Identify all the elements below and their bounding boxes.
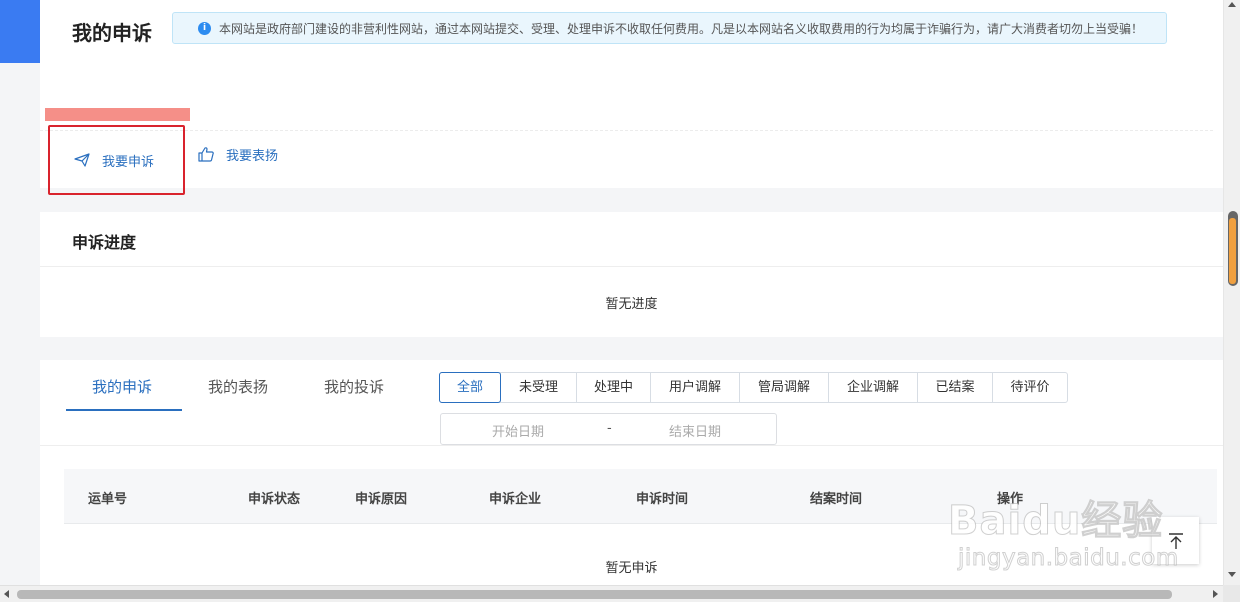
scroll-right-arrow-icon[interactable] — [1213, 590, 1218, 598]
scroll-thumb-highlight — [1229, 218, 1236, 284]
page-title: 我的申诉 — [72, 21, 152, 45]
column-header-close-time: 结案时间 — [810, 492, 863, 507]
date-range-picker[interactable]: 开始日期 - 结束日期 — [440, 413, 777, 445]
progress-title: 申诉进度 — [72, 233, 137, 252]
table-empty-text: 暂无申诉 — [605, 561, 658, 576]
redacted-text — [45, 108, 190, 121]
scrollbar-corner — [1223, 585, 1240, 602]
horizontal-scroll-thumb[interactable] — [17, 590, 1172, 599]
start-date-input[interactable]: 开始日期 — [492, 421, 544, 440]
status-filter-group: 全部 未受理 处理中 用户调解 管局调解 企业调解 已结案 待评价 — [439, 372, 1068, 403]
complain-label: 我要申诉 — [102, 154, 155, 170]
thumbs-up-icon — [198, 147, 214, 162]
tab-my-praises[interactable]: 我的表扬 — [208, 376, 268, 397]
filter-processing[interactable]: 处理中 — [576, 373, 650, 402]
praise-button[interactable]: 我要表扬 — [198, 145, 278, 164]
filter-unaccepted[interactable]: 未受理 — [500, 373, 576, 402]
end-date-input[interactable]: 结束日期 — [669, 421, 721, 440]
scroll-down-arrow-icon[interactable] — [1228, 572, 1236, 577]
scroll-up-arrow-icon[interactable] — [1228, 2, 1236, 7]
vertical-scrollbar[interactable] — [1223, 0, 1240, 585]
filter-user-mediation[interactable]: 用户调解 — [650, 373, 739, 402]
column-header-status: 申诉状态 — [248, 492, 301, 507]
paper-plane-icon — [74, 153, 90, 167]
column-header-company: 申诉企业 — [489, 492, 542, 507]
filter-enterprise-mediation[interactable]: 企业调解 — [828, 373, 917, 402]
progress-empty-text: 暂无进度 — [605, 297, 658, 312]
filter-pending-review[interactable]: 待评价 — [992, 373, 1067, 402]
table-header: 运单号 申诉状态 申诉原因 申诉企业 申诉时间 结案时间 操作 — [64, 469, 1217, 524]
complain-button[interactable]: 我要申诉 — [48, 125, 185, 195]
notice-text: 本网站是政府部门建设的非营利性网站，通过本网站提交、受理、处理申诉不收取任何费用… — [219, 21, 1144, 36]
scroll-left-arrow-icon[interactable] — [4, 590, 9, 598]
dashed-divider — [40, 130, 1213, 131]
column-header-reason: 申诉原因 — [355, 492, 408, 507]
divider — [40, 266, 1223, 267]
progress-card: 申诉进度 暂无进度 — [40, 212, 1223, 337]
column-header-actions: 操作 — [997, 492, 1024, 507]
notice-banner: i 本网站是政府部门建设的非营利性网站，通过本网站提交、受理、处理申诉不收取任何… — [172, 12, 1167, 44]
info-icon: i — [198, 22, 211, 35]
back-to-top-button[interactable] — [1152, 517, 1199, 564]
tab-my-reports[interactable]: 我的投诉 — [324, 376, 384, 397]
tab-my-complaints[interactable]: 我的申诉 — [92, 376, 152, 397]
arrow-up-icon — [1168, 532, 1183, 549]
side-nav-tab[interactable] — [0, 0, 40, 63]
filter-closed[interactable]: 已结案 — [917, 373, 992, 402]
divider — [40, 445, 1223, 446]
date-separator: - — [607, 421, 612, 436]
horizontal-scrollbar[interactable] — [0, 585, 1223, 602]
filter-all[interactable]: 全部 — [439, 372, 501, 403]
complaint-header-card: 我的申诉 i 本网站是政府部门建设的非营利性网站，通过本网站提交、受理、处理申诉… — [40, 0, 1223, 195]
active-tab-indicator — [66, 409, 182, 411]
column-header-waybill: 运单号 — [88, 492, 128, 507]
filter-bureau-mediation[interactable]: 管局调解 — [739, 373, 828, 402]
column-header-complaint-time: 申诉时间 — [636, 492, 689, 507]
records-card: 我的申诉 我的表扬 我的投诉 全部 未受理 处理中 用户调解 管局调解 企业调解… — [40, 360, 1223, 590]
praise-label: 我要表扬 — [226, 149, 279, 164]
